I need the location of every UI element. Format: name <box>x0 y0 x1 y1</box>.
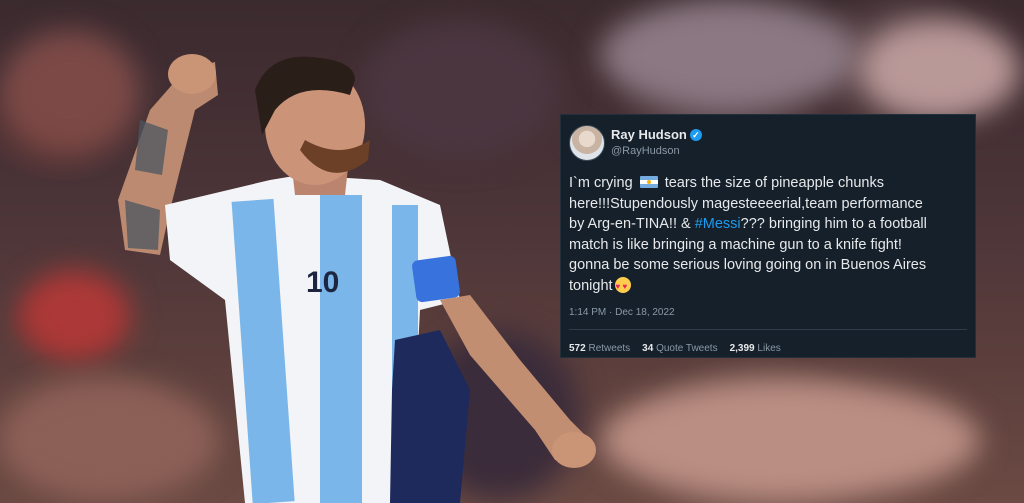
background-player <box>390 330 470 503</box>
retweets-label: Retweets <box>588 343 631 354</box>
likes-label: Likes <box>757 343 781 354</box>
tweet-stats: 572 Retweets 34 Quote Tweets 2,399 Likes <box>569 343 781 354</box>
quotes-label: Quote Tweets <box>656 343 718 354</box>
quotes-count: 34 <box>642 343 654 354</box>
quote-tweets-stat[interactable]: 34 Quote Tweets <box>642 343 717 354</box>
tweet-text-part: I`m crying <box>569 175 637 191</box>
fist <box>552 432 596 468</box>
retweets-stat[interactable]: 572 Retweets <box>569 343 630 354</box>
tweet-card: Ray Hudson ✓ @RayHudson I`m crying tears… <box>560 114 976 358</box>
likes-stat[interactable]: 2,399 Likes <box>730 343 781 354</box>
tweet-text: I`m crying tears the size of pineapple c… <box>569 173 929 297</box>
tweet-timestamp[interactable]: 1:14 PM · Dec 18, 2022 <box>569 307 675 318</box>
captain-armband <box>412 255 460 303</box>
verified-icon: ✓ <box>689 128 702 141</box>
argentina-flag-icon <box>639 176 658 188</box>
jersey-stripe <box>320 195 362 503</box>
smiling-face-with-hearts-icon <box>614 276 631 297</box>
divider <box>569 329 967 330</box>
fist <box>168 54 216 94</box>
retweets-count: 572 <box>569 343 586 354</box>
likes-count: 2,399 <box>729 343 755 354</box>
author-handle[interactable]: @RayHudson <box>611 145 680 157</box>
jersey-number: 10 <box>306 266 339 299</box>
hashtag-link[interactable]: #Messi <box>695 216 741 232</box>
author-name-line: Ray Hudson ✓ <box>611 127 702 142</box>
author-name[interactable]: Ray Hudson <box>611 127 687 142</box>
avatar[interactable] <box>569 125 605 161</box>
